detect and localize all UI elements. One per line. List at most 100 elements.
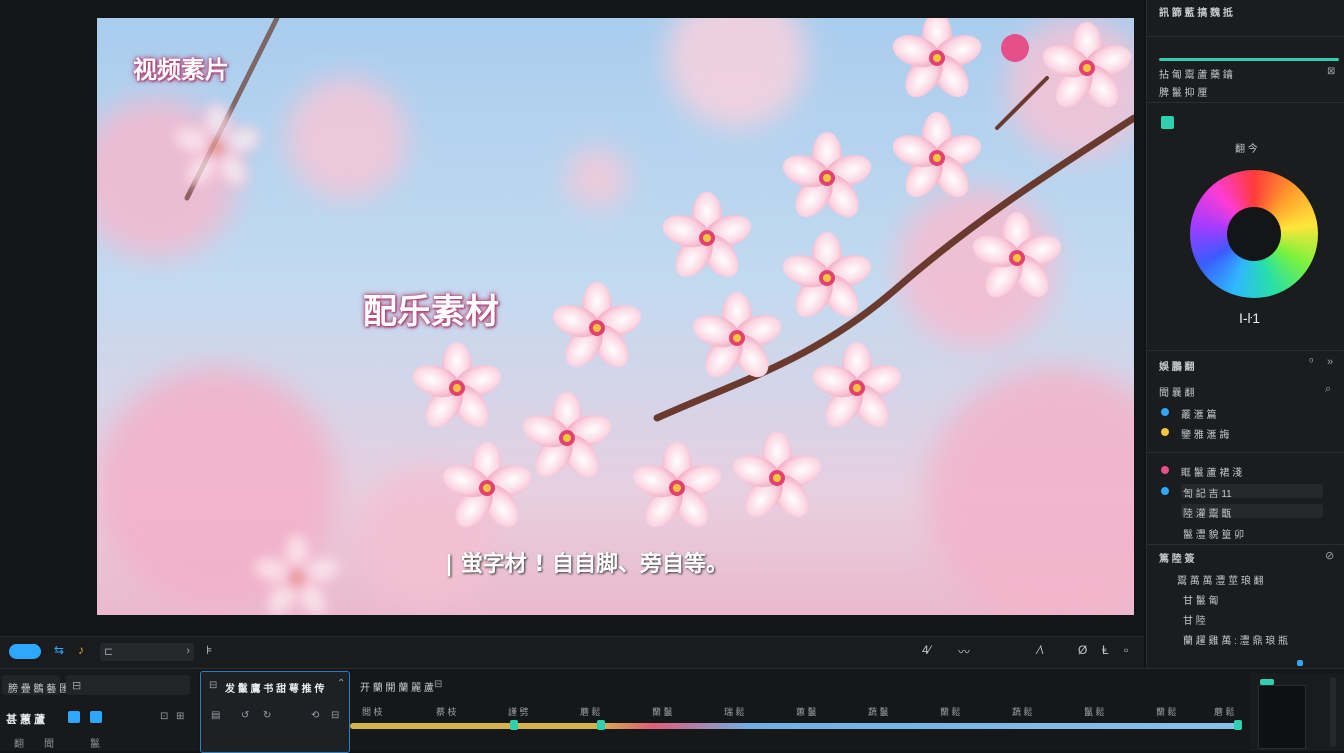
collapse-icon[interactable]: » bbox=[1327, 356, 1333, 368]
play-toggle-button[interactable] bbox=[9, 644, 41, 659]
close-icon[interactable]: ⊠ bbox=[1327, 66, 1335, 77]
speed-icon[interactable]: 4⁄ bbox=[922, 643, 931, 657]
mini-monitor[interactable] bbox=[1258, 685, 1306, 749]
tab-track-list[interactable]: 膀 疊 鶵 藝 匯 bbox=[2, 675, 69, 695]
tick-label: 蘭 鬆 bbox=[1156, 707, 1177, 717]
chevron-icon: ⌃ bbox=[337, 678, 346, 689]
tab-label: 膀 疊 鶵 藝 匯 bbox=[8, 684, 70, 695]
subtitle-caption[interactable]: | 蛍字材 ! 自自脚、旁自等。 bbox=[445, 546, 728, 578]
expand-icon[interactable]: ⁰ bbox=[1309, 356, 1313, 369]
bottom-item[interactable]: 聞 bbox=[44, 735, 54, 750]
timeline-left-panel: 膀 疊 鶵 藝 匯 ⊟ 甚 蕙 蘆 ⊡ ⊞ 翻 聞 鬣 bbox=[0, 669, 198, 751]
clip-icon: ⊏ bbox=[104, 646, 114, 658]
tick-label: 蔬 鬣 bbox=[868, 707, 889, 717]
panel2-row[interactable]: 叢 滙 篇 bbox=[1181, 406, 1217, 421]
color-value: I-ŀ1 bbox=[1239, 310, 1261, 326]
tick-label: 蘑 鬆 bbox=[1214, 707, 1235, 717]
panel3-row[interactable]: 蘭 趯 雞 萬 : 灃 鼎 琅 瓶 bbox=[1183, 632, 1288, 647]
bottom-item[interactable]: 鬣 bbox=[90, 735, 100, 750]
end-marker[interactable] bbox=[1234, 720, 1242, 730]
bottom-item[interactable]: 翻 bbox=[14, 735, 24, 750]
panel2-row: 訇 記 吉 11 bbox=[1183, 489, 1232, 500]
tick-label: 閲 枝 bbox=[362, 707, 383, 717]
color-label: 翻 今 bbox=[1235, 144, 1258, 155]
color-swatch-icon[interactable] bbox=[1161, 116, 1174, 129]
redo-icon[interactable]: ↻ bbox=[263, 710, 271, 721]
viewer-area: 视频素片 配乐素材 | 蛍字材 ! 自自脚、旁自等。 bbox=[0, 0, 1144, 636]
panel2-row: 鬣 灃 貌 篁 卯 bbox=[1183, 530, 1245, 541]
panel2-title: 娛 鵬 翻 bbox=[1159, 362, 1195, 373]
fullscreen-icon[interactable]: ▫ bbox=[1124, 643, 1128, 657]
layers-icon[interactable]: ⊟ bbox=[434, 679, 442, 690]
timeline-ruler[interactable]: 閲 枝 蔡 枝 謹 劈 蘑 鬆 蘭 鬣 瑞 鬆 蕙 鬣 蔬 鬣 蘭 鬆 蔬 鬆 … bbox=[350, 699, 1245, 751]
yellow-dot-icon bbox=[1161, 428, 1169, 436]
timeline-track[interactable] bbox=[350, 723, 1242, 729]
settings-icon[interactable]: ▤ bbox=[211, 710, 220, 721]
lock-icon[interactable]: ⊡ bbox=[160, 711, 168, 722]
chevron-right-icon: › bbox=[186, 645, 190, 657]
playhead-marker[interactable] bbox=[597, 720, 605, 730]
panel3-row[interactable]: 甘 陸 bbox=[1183, 612, 1206, 627]
link-icon[interactable]: ⊘ bbox=[1325, 549, 1334, 562]
color-wheel[interactable] bbox=[1190, 170, 1318, 298]
video-track-toggle[interactable] bbox=[68, 711, 80, 723]
overlay-title-left[interactable]: 视频素片 bbox=[133, 50, 229, 85]
trim-icon[interactable]: ⁄\ bbox=[1038, 643, 1043, 657]
divider bbox=[1147, 102, 1344, 103]
search-icon[interactable]: ⌕ bbox=[1325, 383, 1331, 396]
tick-label: 蘑 鬆 bbox=[580, 707, 601, 717]
undo-icon[interactable]: ↺ bbox=[241, 710, 249, 721]
snap-icon[interactable]: ⟲ bbox=[311, 710, 319, 721]
timeline-panel: 膀 疊 鶵 藝 匯 ⊟ 甚 蕙 蘆 ⊡ ⊞ 翻 聞 鬣 ⊟ 发 鬣 鷹 书 甜 … bbox=[0, 668, 1344, 753]
divider bbox=[1147, 36, 1344, 37]
clip-icon: ⊟ bbox=[209, 680, 218, 691]
menu-icon[interactable]: ⊧ bbox=[206, 643, 212, 657]
tick-label: 蘭 鬆 bbox=[940, 707, 961, 717]
loop-icon[interactable]: ⇆ bbox=[54, 643, 64, 657]
panel3-row[interactable]: 甘 鬣 匍 bbox=[1183, 592, 1219, 607]
tick-label: 蔡 枝 bbox=[436, 707, 457, 717]
clip-icon: ⊟ bbox=[72, 680, 82, 692]
tick-label: 瑞 鬆 bbox=[724, 707, 745, 717]
zoom-icon[interactable]: ⊟ bbox=[331, 710, 339, 721]
tick-label: 鬣 鬆 bbox=[1084, 707, 1105, 717]
grid-icon[interactable]: ⊞ bbox=[176, 711, 184, 722]
scroll-indicator[interactable] bbox=[1297, 660, 1303, 666]
pink-dot-icon bbox=[1161, 466, 1169, 474]
tick-label: 蘭 鬣 bbox=[652, 707, 673, 717]
blue-dot-icon bbox=[1161, 487, 1169, 495]
tick-label: 蔬 鬆 bbox=[1012, 707, 1033, 717]
panel3-title: 篤 陸 簽 bbox=[1159, 554, 1195, 565]
video-preview[interactable]: 视频素片 配乐素材 | 蛍字材 ! 自自脚、旁自等。 bbox=[97, 18, 1134, 615]
disable-icon[interactable]: Ø bbox=[1078, 643, 1087, 657]
scrollbar[interactable] bbox=[1330, 677, 1336, 747]
panel3-row[interactable]: 鬻 萬 萬 灃 莖 琅 翻 bbox=[1177, 572, 1264, 587]
audio-icon[interactable]: ♪ bbox=[78, 643, 84, 657]
panel2-search-label: 聞 曩 翻 bbox=[1159, 388, 1195, 399]
inspector-header: 訊 篩 藍 搞 魏 抵 bbox=[1159, 8, 1233, 19]
color-wheel-center bbox=[1227, 207, 1281, 261]
audio-track-toggle[interactable] bbox=[90, 711, 102, 723]
panel2-row: 陸 灌 鬻 甑 bbox=[1183, 509, 1232, 520]
waveform-icon[interactable]: 〰 bbox=[958, 643, 996, 660]
panel2-row[interactable]: 眶 鬣 蘆 裙 淺 bbox=[1181, 464, 1242, 479]
tick-label: 蕙 鬣 bbox=[796, 707, 817, 717]
divider bbox=[1147, 452, 1344, 453]
overlay-title-center[interactable]: 配乐素材 bbox=[363, 284, 499, 333]
timeline-marker[interactable] bbox=[510, 720, 518, 730]
tab-secondary[interactable]: 开 蘭 開 蘭 麗 蘆 bbox=[360, 679, 434, 694]
panel2-row[interactable]: 鑒 雅 滙 誨 bbox=[1181, 426, 1229, 441]
timecode-field[interactable]: ⊏ › bbox=[100, 643, 194, 661]
timeline-tab-active[interactable]: ⊟ 发 鬣 鷹 书 甜 萼 推 传 ⌃ ▤ ↺ ↻ ⟲ ⊟ bbox=[200, 671, 350, 753]
inspector-panel: 訊 篩 藍 搞 魏 抵 拈 匍 鬻 蘆 藥 鑰 ⊠ 脾 鬣 抑 厘 翻 今 I-… bbox=[1146, 0, 1344, 668]
divider bbox=[1147, 350, 1344, 351]
cherry-blossom-image bbox=[97, 18, 1134, 615]
progress-accent bbox=[1159, 58, 1339, 61]
crop-icon[interactable]: Ⱡ bbox=[1102, 643, 1109, 657]
track-field[interactable]: ⊟ bbox=[66, 675, 190, 695]
track-label: 甚 蕙 蘆 bbox=[6, 714, 46, 726]
playback-bar: ⇆ ♪ ⊏ › ⊧ 4⁄ 〰 ⁄\ Ø Ⱡ ▫ bbox=[0, 636, 1144, 669]
tick-label: 謹 劈 bbox=[508, 707, 529, 717]
section1-subtitle: 脾 鬣 抑 厘 bbox=[1159, 88, 1208, 99]
timeline-right-panel bbox=[1250, 673, 1344, 751]
